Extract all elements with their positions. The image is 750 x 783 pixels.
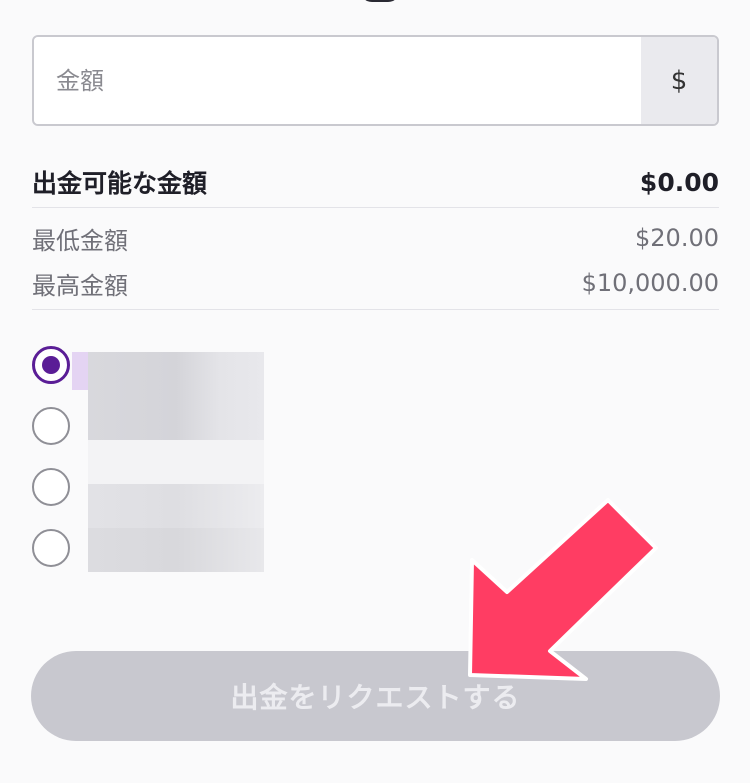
amount-input[interactable] (34, 37, 641, 124)
payment-method-radio-2[interactable] (32, 407, 70, 445)
maximum-amount-label: 最高金額 (32, 271, 128, 300)
request-withdrawal-button[interactable]: 出金をリクエストする (31, 651, 720, 741)
divider (32, 309, 719, 310)
amount-input-group: $ (32, 35, 719, 126)
cropped-title-glyph (360, 0, 400, 2)
currency-symbol: $ (670, 65, 688, 96)
maximum-amount-row: 最高金額 $10,000.00 (32, 263, 719, 303)
blurred-method-label (88, 484, 264, 528)
available-amount-row: 出金可能な金額 $0.00 (32, 160, 719, 204)
available-amount-label: 出金可能な金額 (32, 169, 208, 198)
blurred-method-label (88, 528, 264, 572)
payment-method-radio-1[interactable] (32, 346, 70, 384)
divider (32, 207, 719, 208)
available-amount-value: $0.00 (639, 167, 719, 197)
blurred-method-label (88, 440, 264, 484)
blurred-method-label (88, 352, 264, 440)
maximum-amount-value: $10,000.00 (581, 269, 719, 297)
withdrawal-form: $ 出金可能な金額 $0.00 最低金額 $20.00 最高金額 $10,000… (0, 0, 750, 783)
minimum-amount-row: 最低金額 $20.00 (32, 218, 719, 258)
payment-method-radio-4[interactable] (32, 529, 70, 567)
minimum-amount-label: 最低金額 (32, 226, 128, 255)
currency-addon: $ (641, 37, 717, 124)
payment-method-radio-3[interactable] (32, 468, 70, 506)
minimum-amount-value: $20.00 (635, 224, 719, 252)
